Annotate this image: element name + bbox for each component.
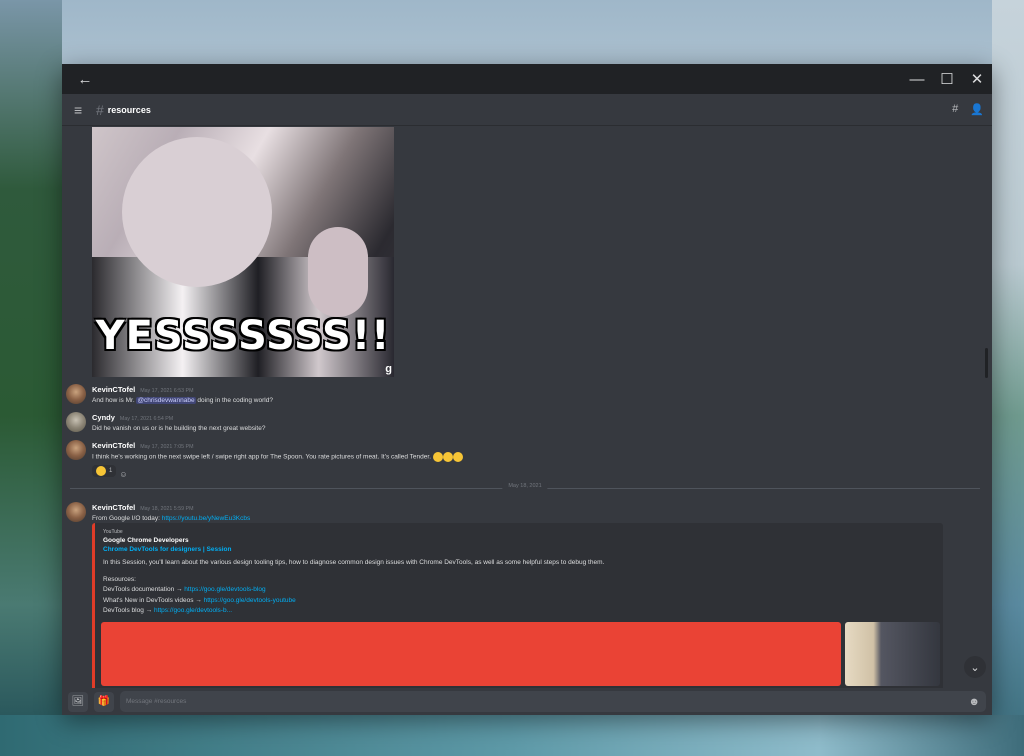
author-name[interactable]: KevinCTofel bbox=[92, 502, 135, 513]
rofl-emoji-icon bbox=[442, 451, 453, 462]
minimize-button[interactable]: — bbox=[902, 64, 932, 94]
embed-description: In this Session, you'll learn about the … bbox=[103, 559, 605, 566]
devtools-youtube-link[interactable]: https://goo.gle/devtools-youtube bbox=[204, 597, 296, 604]
youtube-link[interactable]: https://youtu.be/yNewEu3Kcbs bbox=[162, 515, 251, 522]
video-thumbnail-side[interactable] bbox=[845, 622, 940, 686]
message-item[interactable]: Cyndy May 17, 2021 6:54 PM Did he vanish… bbox=[66, 412, 265, 434]
gif-watermark: g bbox=[385, 363, 392, 375]
devtools-blog-link[interactable]: https://goo.gle/devtools-b... bbox=[154, 607, 232, 614]
message-input[interactable] bbox=[126, 698, 969, 705]
add-reaction-icon[interactable]: ☺ bbox=[119, 470, 127, 479]
embed-provider: YouTube bbox=[103, 529, 123, 535]
scrollbar-thumb[interactable] bbox=[985, 348, 988, 378]
desktop-wallpaper-right bbox=[992, 0, 1024, 756]
divider-date: May 18, 2021 bbox=[502, 483, 548, 489]
avatar[interactable] bbox=[66, 440, 86, 460]
grin-emoji-icon bbox=[96, 466, 106, 477]
gif-attachment[interactable]: YESSSSSSS!! g bbox=[92, 127, 394, 377]
message-item[interactable]: KevinCTofel May 17, 2021 6:53 PM And how… bbox=[66, 384, 273, 406]
message-text: Did he vanish on us or is he building th… bbox=[92, 424, 266, 432]
message-item[interactable]: KevinCTofel May 17, 2021 7:05 PM I think… bbox=[66, 440, 463, 481]
laughing-emoji-icon bbox=[452, 451, 463, 462]
message-list[interactable]: YESSSSSSS!! g KevinCTofel May 17, 2021 6… bbox=[62, 126, 988, 688]
threads-icon[interactable]: # bbox=[952, 103, 958, 116]
title-bar: ← — ☐ ✕ bbox=[62, 64, 992, 94]
message-text: And how is Mr. @chrisdevwannabe doing in… bbox=[92, 396, 273, 404]
close-button[interactable]: ✕ bbox=[962, 64, 992, 94]
timestamp: May 18, 2021 5:59 PM bbox=[140, 506, 194, 512]
avatar[interactable] bbox=[66, 384, 86, 404]
message-composer: 🖼 🎁 ☻ bbox=[62, 688, 992, 715]
desktop-wallpaper-bottom bbox=[0, 715, 1024, 756]
message-item[interactable]: KevinCTofel May 18, 2021 5:59 PM From Go… bbox=[66, 502, 250, 524]
channel-hash-icon: # bbox=[96, 101, 104, 118]
desktop-wallpaper-left bbox=[0, 0, 62, 756]
devtools-docs-link[interactable]: https://goo.gle/devtools-blog bbox=[184, 586, 265, 593]
embed-author[interactable]: Google Chrome Developers bbox=[103, 537, 935, 544]
timestamp: May 17, 2021 6:53 PM bbox=[140, 388, 194, 394]
channel-header: ≡ # resources # 👤 bbox=[62, 94, 992, 126]
emoji-picker-icon[interactable]: ☻ bbox=[968, 696, 980, 708]
date-divider: May 18, 2021 bbox=[70, 483, 980, 489]
video-thumbnail[interactable] bbox=[101, 622, 841, 686]
upload-image-icon[interactable]: 🖼 bbox=[68, 691, 88, 712]
timestamp: May 17, 2021 7:05 PM bbox=[140, 444, 194, 450]
avatar[interactable] bbox=[66, 502, 86, 522]
timestamp: May 17, 2021 6:54 PM bbox=[119, 416, 174, 422]
gift-icon[interactable]: 🎁 bbox=[94, 691, 114, 712]
author-name[interactable]: KevinCTofel bbox=[92, 440, 135, 451]
hamburger-menu-icon[interactable]: ≡ bbox=[74, 102, 92, 118]
message-text: I think he's working on the next swipe l… bbox=[92, 451, 463, 462]
scroll-to-bottom-button[interactable]: ⌄ bbox=[964, 656, 986, 678]
back-arrow-icon[interactable]: ← bbox=[70, 64, 100, 94]
gif-caption: YESSSSSSS!! bbox=[95, 313, 391, 359]
laughing-emoji-icon bbox=[432, 451, 443, 462]
embed-title-link[interactable]: Chrome DevTools for designers | Session bbox=[103, 546, 935, 553]
member-list-icon[interactable]: 👤 bbox=[970, 103, 984, 116]
reaction-count: 1 bbox=[109, 467, 113, 474]
discord-window: ← — ☐ ✕ ≡ # resources # 👤 YESSSSSSS!! g bbox=[62, 64, 992, 715]
embed-resources: Resources: DevTools documentation → http… bbox=[103, 575, 296, 614]
author-name[interactable]: KevinCTofel bbox=[92, 384, 135, 395]
message-input-wrapper: ☻ bbox=[120, 691, 986, 712]
maximize-button[interactable]: ☐ bbox=[932, 64, 962, 94]
link-embed: YouTube Google Chrome Developers Chrome … bbox=[92, 523, 943, 688]
author-name[interactable]: Cyndy bbox=[92, 412, 115, 423]
channel-name: resources bbox=[107, 104, 151, 115]
avatar[interactable] bbox=[66, 412, 86, 432]
reaction-chip[interactable]: 1 bbox=[92, 465, 117, 478]
user-mention[interactable]: @chrisdevwannabe bbox=[136, 396, 196, 404]
